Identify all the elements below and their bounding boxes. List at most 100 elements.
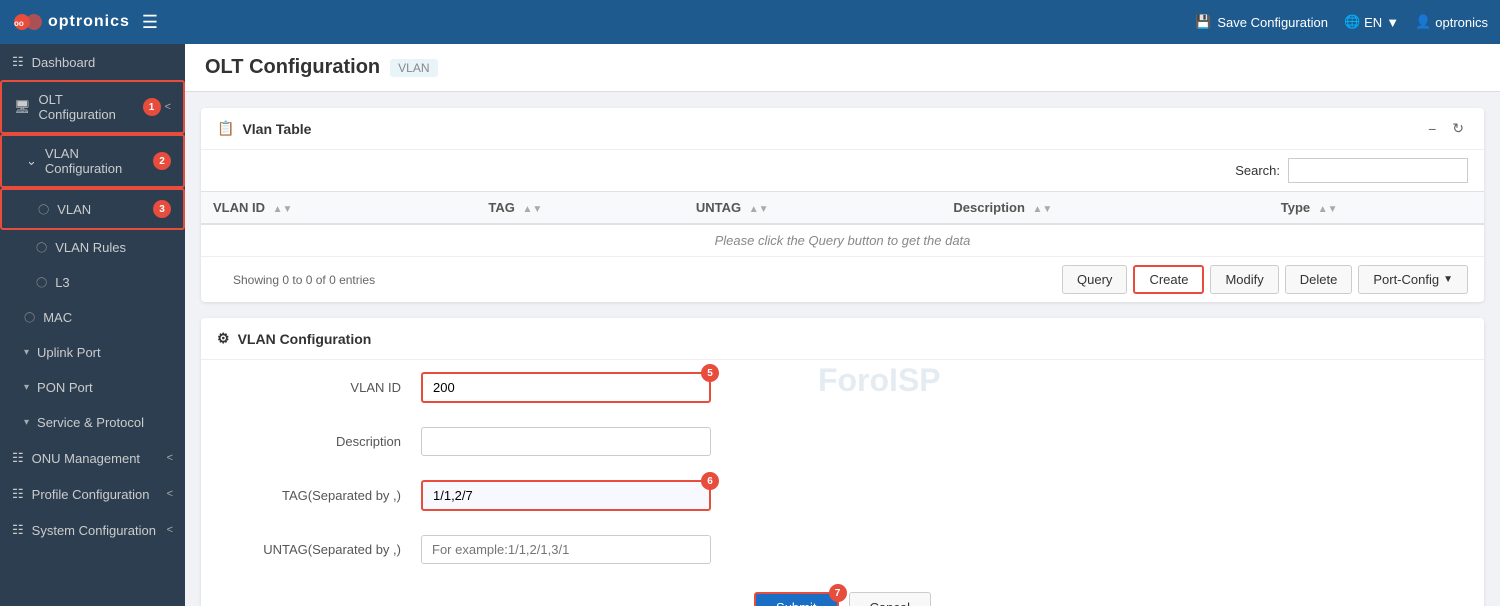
sidebar-item-service-protocol[interactable]: ▾ Service & Protocol — [0, 405, 185, 440]
grid-icon: ☷ — [12, 522, 24, 538]
card-header: 📋 Vlan Table − ↻ — [201, 108, 1484, 150]
sidebar-item-l3[interactable]: ◯ L3 — [0, 265, 185, 300]
sidebar-item-pon-port[interactable]: ▾ PON Port — [0, 370, 185, 405]
col-description: Description ▲▼ — [941, 192, 1268, 225]
table-toolbar: Search: — [201, 150, 1484, 191]
language-button[interactable]: 🌐 EN ▼ — [1344, 14, 1399, 30]
table-footer: Showing 0 to 0 of 0 entries Query Create… — [201, 257, 1484, 302]
globe-icon: 🌐 — [1344, 14, 1360, 30]
chevron-down-icon: ▾ — [24, 382, 29, 393]
svg-text:oo: oo — [14, 19, 24, 28]
badge-3: 3 — [153, 200, 171, 218]
sidebar-item-vlan[interactable]: ◯ VLAN 3 — [0, 188, 185, 230]
collapse-icon: < — [167, 488, 173, 500]
vlan-table: VLAN ID ▲▼ TAG ▲▼ UNTAG ▲▼ — [201, 191, 1484, 257]
form-row-description: Description — [201, 415, 1484, 468]
create-button[interactable]: Create — [1133, 265, 1204, 294]
sidebar-item-profile-config[interactable]: ☷ Profile Configuration < — [0, 476, 185, 512]
form-row-untag: UNTAG(Separated by ,) — [201, 523, 1484, 576]
save-icon: 💾 — [1195, 14, 1211, 30]
untag-label: UNTAG(Separated by ,) — [241, 542, 401, 557]
logo-text: optronics — [48, 13, 130, 31]
grid-icon: ☷ — [12, 450, 24, 466]
settings-icon: ⚙ — [217, 330, 230, 347]
description-input[interactable] — [421, 427, 711, 456]
circle-icon: ◯ — [24, 312, 35, 323]
delete-button[interactable]: Delete — [1285, 265, 1353, 294]
logo: oo optronics — [12, 6, 130, 38]
form-row-tag: TAG(Separated by ,) 6 — [201, 468, 1484, 523]
port-config-button[interactable]: Port-Config ▼ — [1358, 265, 1468, 294]
user-button[interactable]: 👤 optronics — [1415, 14, 1488, 30]
minimize-button[interactable]: − — [1424, 118, 1440, 139]
sidebar-item-olt-config[interactable]: 🖥 OLT Configuration 1 < — [0, 80, 185, 134]
form-submit-row: Submit 7 Cancel — [201, 576, 1484, 606]
table-wrapper: VLAN ID ▲▼ TAG ▲▼ UNTAG ▲▼ — [201, 191, 1484, 257]
sidebar-item-dashboard[interactable]: ☷ Dashboard — [0, 44, 185, 80]
circle-icon: ◯ — [36, 242, 47, 253]
badge-6: 6 — [701, 472, 719, 490]
vlan-id-input[interactable] — [421, 372, 711, 403]
sidebar-item-onu-management[interactable]: ☷ ONU Management < — [0, 440, 185, 476]
sort-icon: ▲▼ — [523, 204, 543, 215]
user-label: optronics — [1435, 15, 1488, 30]
top-nav-left: oo optronics ☰ — [12, 6, 158, 38]
table-icon: 📋 — [217, 120, 234, 137]
form-row-vlan-id: VLAN ID 5 — [201, 360, 1484, 415]
page-header: OLT Configuration VLAN — [185, 44, 1500, 92]
sidebar-item-vlan-config[interactable]: ⌄ VLAN Configuration 2 — [0, 134, 185, 188]
sidebar-item-mac[interactable]: ◯ MAC — [0, 300, 185, 335]
showing-text: Showing 0 to 0 of 0 entries — [217, 265, 391, 295]
tag-label: TAG(Separated by ,) — [241, 488, 401, 503]
collapse-icon: < — [167, 452, 173, 464]
query-button[interactable]: Query — [1062, 265, 1127, 294]
tag-input[interactable] — [421, 480, 711, 511]
modify-button[interactable]: Modify — [1210, 265, 1278, 294]
vlan-config-section: ⚙ VLAN Configuration VLAN ID 5 Descripti… — [201, 318, 1484, 606]
submit-button[interactable]: Submit — [754, 592, 838, 606]
page-title: OLT Configuration — [205, 56, 380, 79]
untag-input[interactable] — [421, 535, 711, 564]
sidebar-item-label: MAC — [43, 310, 72, 325]
sort-icon: ▲▼ — [273, 204, 293, 215]
collapse-icon: < — [167, 524, 173, 536]
sidebar-item-label: VLAN Configuration — [45, 146, 145, 176]
hamburger-icon[interactable]: ☰ — [142, 12, 158, 33]
search-label: Search: — [1235, 163, 1280, 178]
save-config-button[interactable]: 💾 Save Configuration — [1195, 14, 1328, 30]
badge-2: 2 — [153, 152, 171, 170]
chevron-down-icon: ▾ — [24, 417, 29, 428]
sidebar-item-label: Service & Protocol — [37, 415, 144, 430]
sidebar-item-label: System Configuration — [32, 523, 156, 538]
sidebar-item-label: VLAN — [57, 202, 91, 217]
badge-5: 5 — [701, 364, 719, 382]
sidebar-item-uplink-port[interactable]: ▾ Uplink Port — [0, 335, 185, 370]
circle-icon: ◯ — [36, 277, 47, 288]
col-vlan-id: VLAN ID ▲▼ — [201, 192, 476, 225]
save-config-label: Save Configuration — [1217, 15, 1328, 30]
vlan-id-label: VLAN ID — [241, 380, 401, 395]
user-icon: 👤 — [1415, 14, 1431, 30]
vlan-table-card: 📋 Vlan Table − ↻ Search: — [201, 108, 1484, 302]
table-header-row: VLAN ID ▲▼ TAG ▲▼ UNTAG ▲▼ — [201, 192, 1484, 225]
monitor-icon: 🖥 — [14, 99, 31, 115]
main-layout: ☷ Dashboard 🖥 OLT Configuration 1 < ⌄ VL… — [0, 44, 1500, 606]
sidebar-item-system-config[interactable]: ☷ System Configuration < — [0, 512, 185, 548]
top-nav-right: 💾 Save Configuration 🌐 EN ▼ 👤 optronics — [1195, 14, 1488, 30]
sidebar-item-label: L3 — [55, 275, 69, 290]
sidebar-item-label: OLT Configuration — [39, 92, 135, 122]
search-input[interactable] — [1288, 158, 1468, 183]
col-type: Type ▲▼ — [1269, 192, 1484, 225]
description-label: Description — [241, 434, 401, 449]
sidebar-item-label: ONU Management — [32, 451, 140, 466]
cancel-button[interactable]: Cancel — [849, 592, 931, 606]
sidebar-item-vlan-rules[interactable]: ◯ VLAN Rules — [0, 230, 185, 265]
sidebar-item-label: Uplink Port — [37, 345, 101, 360]
content-wrapper: ForoISP 📋 Vlan Table − ↻ Search: — [185, 108, 1500, 606]
table-empty-row: Please click the Query button to get the… — [201, 224, 1484, 257]
sidebar-item-label: VLAN Rules — [55, 240, 126, 255]
refresh-button[interactable]: ↻ — [1448, 118, 1468, 139]
grid-icon: ☷ — [12, 54, 24, 70]
dropdown-arrow-icon: ▼ — [1443, 274, 1453, 285]
sidebar-item-label: Profile Configuration — [32, 487, 150, 502]
